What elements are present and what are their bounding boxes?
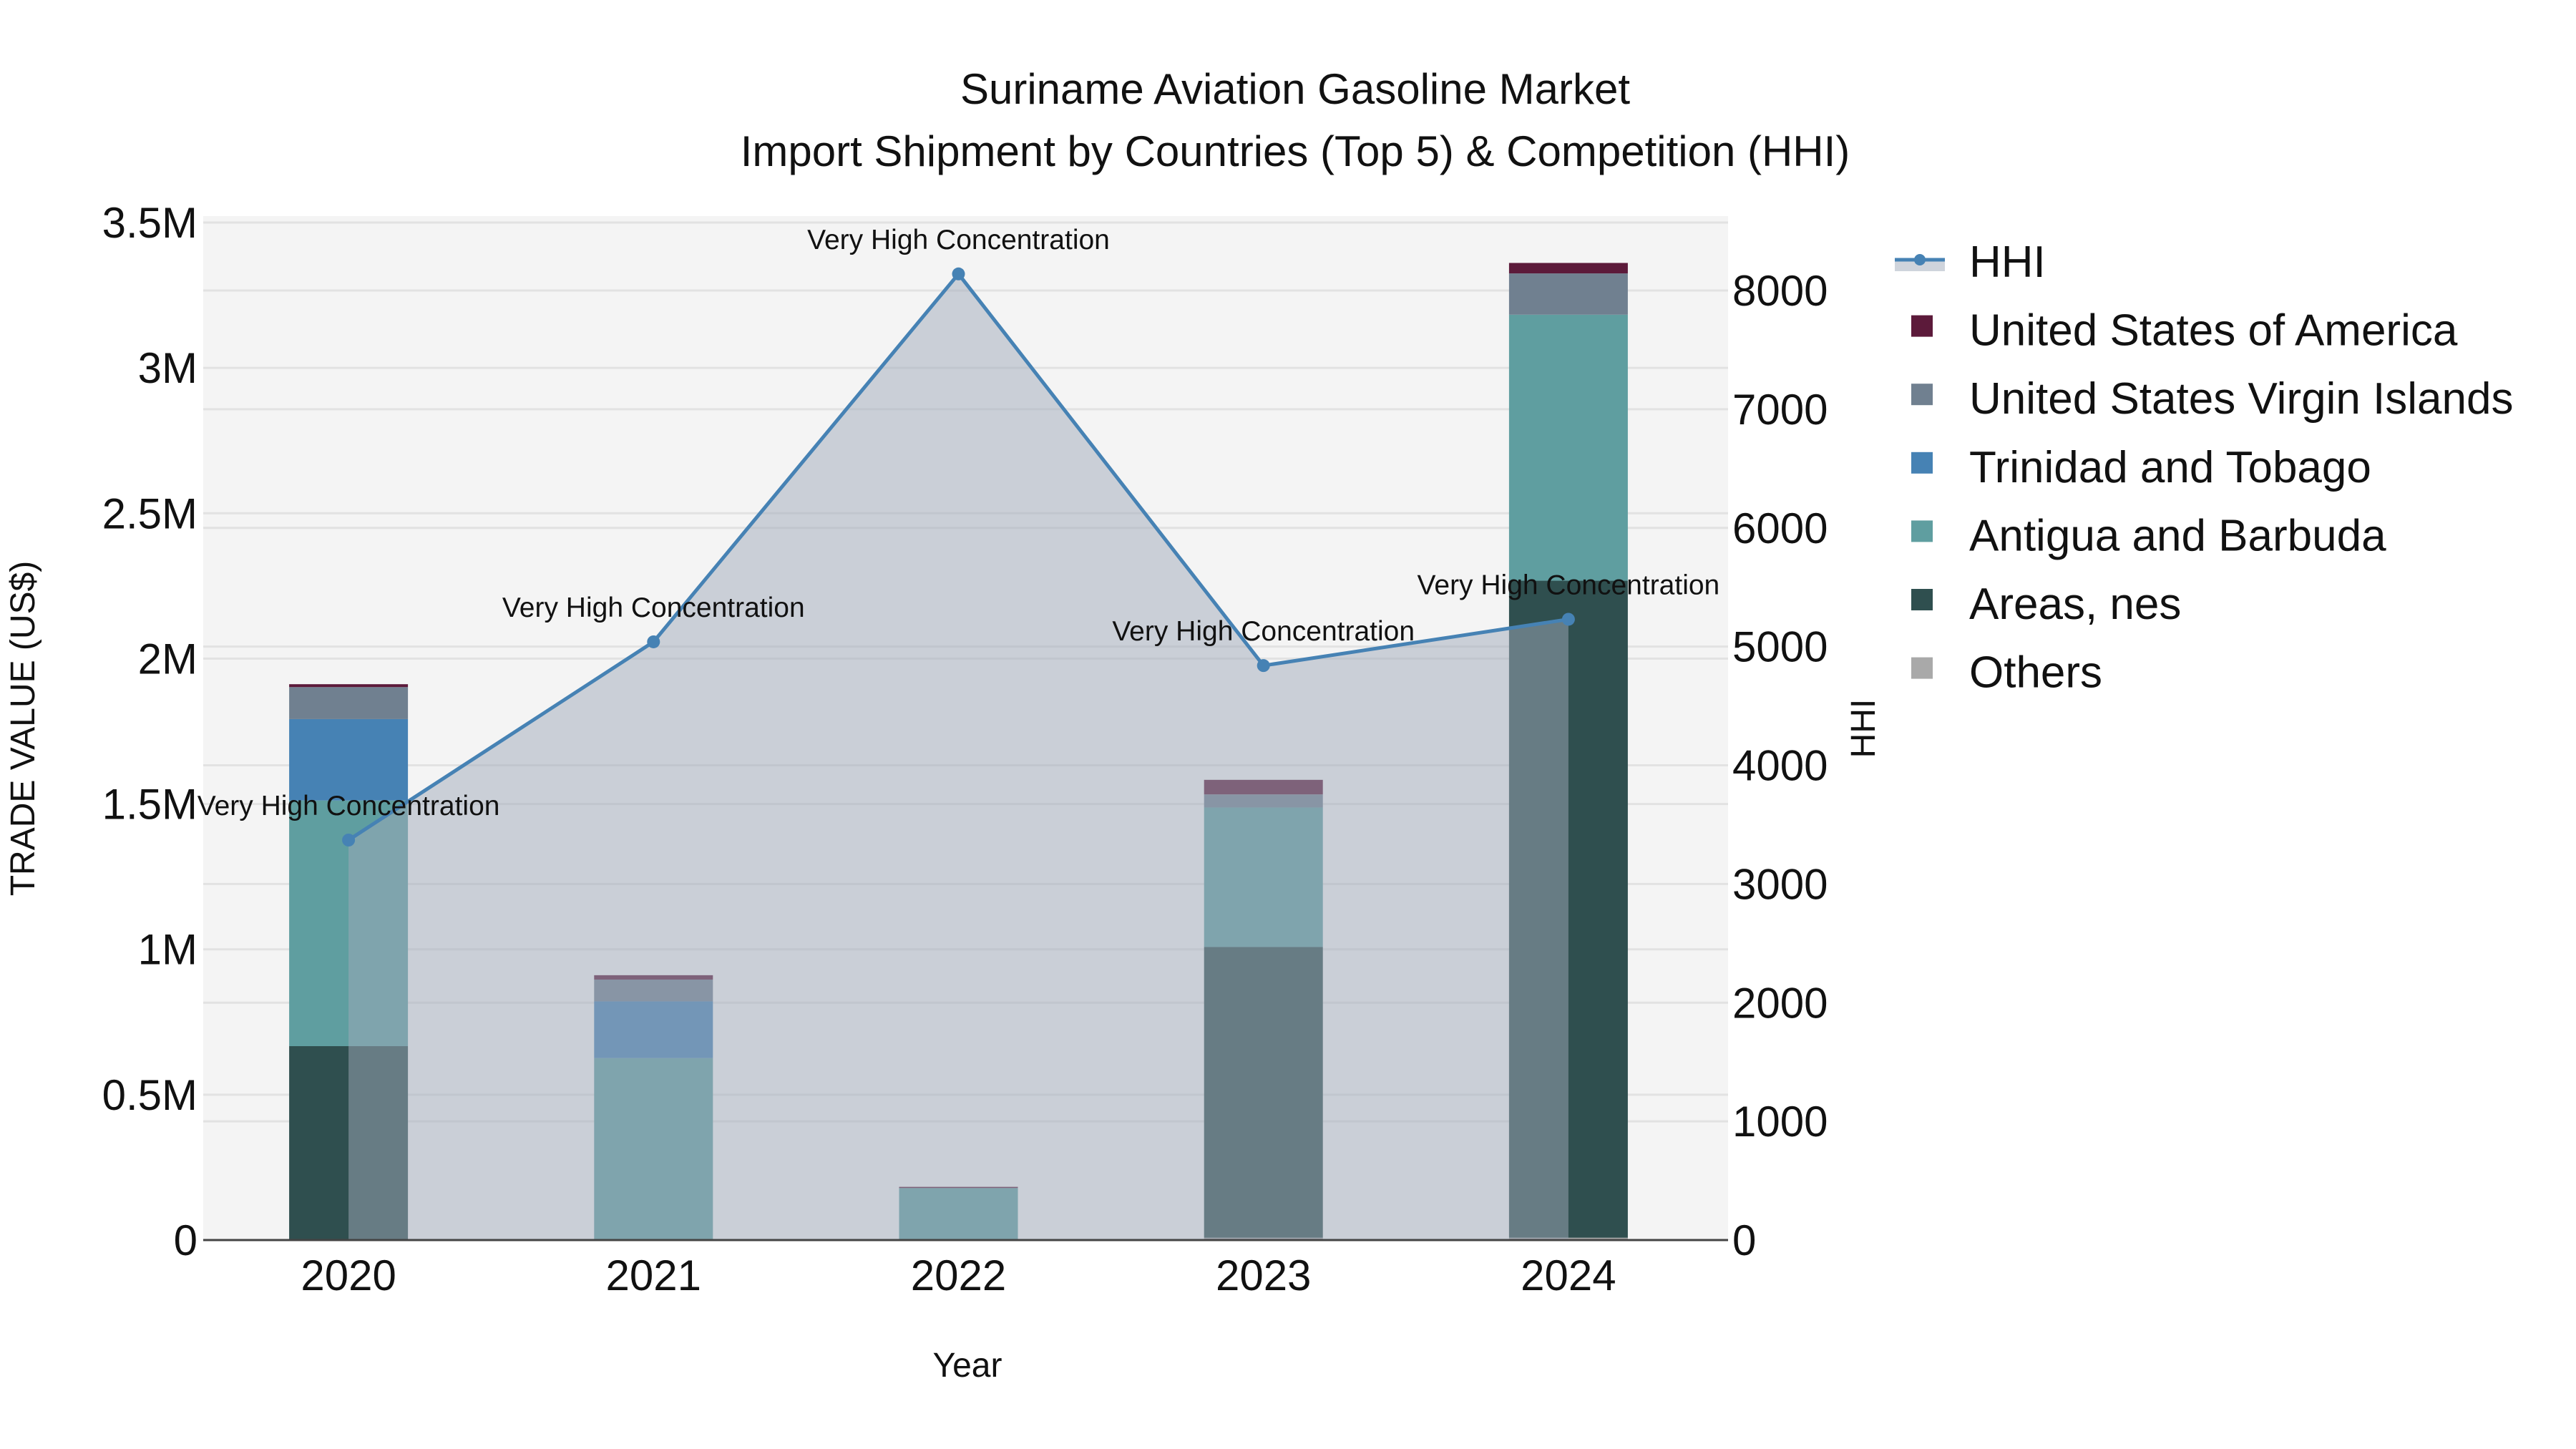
bar-antigua-and-barbuda-2024 <box>1508 314 1628 581</box>
legend-label: United States Virgin Islands <box>1969 374 2514 424</box>
y2-tick-label: 7000 <box>1732 386 1828 434</box>
x-tick-label: 2022 <box>911 1252 1006 1299</box>
y2-tick-label: 2000 <box>1732 979 1828 1027</box>
bar-united-states-of-america-2024 <box>1508 263 1628 274</box>
y2-tick-label: 6000 <box>1732 504 1828 552</box>
y-axis-title: TRADE VALUE (US$) <box>4 561 42 897</box>
hhi-annotation-2024: Very High Concentration <box>1418 570 1720 600</box>
y-tick-label: 0 <box>174 1216 197 1264</box>
hhi-annotation-2023: Very High Concentration <box>1112 616 1415 647</box>
y2-tick-label: 8000 <box>1732 267 1828 315</box>
y-tick-label: 2.5M <box>102 489 197 537</box>
chart: Suriname Aviation Gasoline Market Import… <box>4 65 2514 1385</box>
legend-item-united-states-virgin-islands: United States Virgin Islands <box>1911 374 2514 424</box>
hhi-annotation-2021: Very High Concentration <box>502 592 805 623</box>
legend-label: Trinidad and Tobago <box>1969 443 2371 492</box>
x-tick-label: 2024 <box>1521 1252 1616 1299</box>
legend-item-areas-nes: Areas, nes <box>1911 580 2181 629</box>
legend-item-hhi: HHI <box>1895 238 2046 287</box>
chart-title: Suriname Aviation Gasoline Market <box>960 65 1630 113</box>
chart-subtitle: Import Shipment by Countries (Top 5) & C… <box>741 127 1850 175</box>
legend-hhi-marker-icon <box>1914 254 1926 265</box>
x-axis-title: Year <box>933 1347 1002 1385</box>
bar-united-states-virgin-islands-2020 <box>289 687 409 719</box>
bar-trinidad-and-tobago-2020 <box>289 718 409 801</box>
legend-item-antigua-and-barbuda: Antigua and Barbuda <box>1911 511 2386 560</box>
legend-item-trinidad-and-tobago: Trinidad and Tobago <box>1911 443 2371 492</box>
hhi-point-2020 <box>342 834 356 847</box>
legend-swatch <box>1911 452 1933 474</box>
legend-label: Antigua and Barbuda <box>1969 511 2386 560</box>
legend-swatch <box>1911 589 1933 610</box>
y-tick-label: 2M <box>138 635 197 683</box>
legend-swatch <box>1911 315 1933 337</box>
y-tick-label: 3.5M <box>102 199 197 247</box>
y2-tick-label: 3000 <box>1732 860 1828 908</box>
hhi-point-2022 <box>952 267 965 280</box>
legend-label: Others <box>1969 648 2102 698</box>
legend-swatch <box>1911 520 1933 542</box>
x-tick-label: 2021 <box>606 1252 701 1299</box>
legend-item-united-states-of-america: United States of America <box>1911 306 2458 356</box>
hhi-point-2021 <box>647 635 660 648</box>
x-tick-label: 2020 <box>301 1252 396 1299</box>
bar-united-states-of-america-2020 <box>289 684 409 688</box>
legend-label: Areas, nes <box>1969 580 2181 629</box>
legend-label: United States of America <box>1969 306 2458 356</box>
hhi-annotation-2022: Very High Concentration <box>807 225 1110 255</box>
y2-tick-label: 0 <box>1732 1216 1756 1264</box>
y-tick-label: 3M <box>138 344 197 392</box>
hhi-annotation-2020: Very High Concentration <box>197 791 500 821</box>
y2-tick-label: 1000 <box>1732 1098 1828 1146</box>
y2-tick-label: 5000 <box>1732 623 1828 671</box>
legend: HHI United States of America United States… <box>1895 238 2514 698</box>
legend-item-others: Others <box>1911 648 2102 698</box>
y-tick-label: 1.5M <box>102 781 197 829</box>
y2-tick-label: 4000 <box>1732 742 1828 790</box>
bar-united-states-virgin-islands-2024 <box>1508 273 1628 315</box>
legend-swatch <box>1911 384 1933 406</box>
y-tick-label: 1M <box>138 926 197 974</box>
y-tick-label: 0.5M <box>102 1071 197 1119</box>
y2-axis-title: HHI <box>1845 699 1883 758</box>
hhi-point-2024 <box>1561 613 1575 626</box>
hhi-point-2023 <box>1257 659 1270 673</box>
legend-label: HHI <box>1969 238 2046 287</box>
x-tick-label: 2023 <box>1216 1252 1311 1299</box>
legend-swatch <box>1911 657 1933 679</box>
